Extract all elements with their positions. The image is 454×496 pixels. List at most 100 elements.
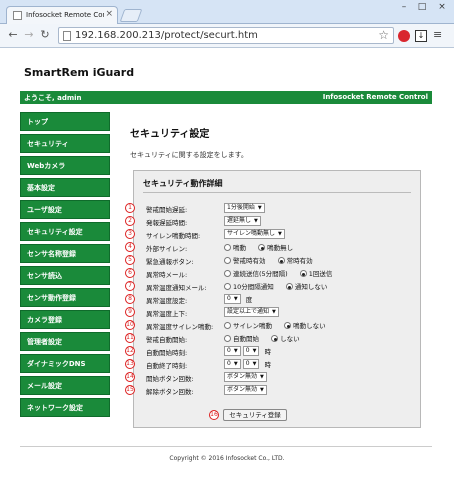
reload-icon[interactable]: ↻ [38, 28, 52, 42]
footer-divider [20, 446, 432, 447]
sidebar-item-top[interactable]: トップ [20, 112, 110, 131]
app-name: Infosocket Remote Control [322, 93, 428, 101]
dropdown-arrow-icon: ▼ [260, 374, 264, 380]
number-badge: 3 [125, 229, 135, 239]
dropdown-arrow-icon: ▼ [233, 348, 238, 354]
row-alert-mail: 6 異常時メール: 連続送信(5分間隔) 1回送信 [125, 268, 422, 279]
panel-divider [143, 192, 411, 193]
auto-start-hour-select[interactable]: 0 ▼ [224, 346, 241, 356]
back-arrow-icon[interactable]: ← [6, 28, 20, 42]
start-button-count-select[interactable]: ボタン無効 ▼ [224, 372, 267, 382]
number-badge: 13 [125, 359, 135, 369]
browser-toolbar: ← → ↻ 192.168.200.213/protect/securt.htm… [0, 24, 454, 48]
sidebar-item-mail[interactable]: メール設定 [20, 376, 110, 395]
bookmark-star-icon[interactable]: ☆ [378, 28, 389, 42]
dropdown-arrow-icon: ▼ [233, 296, 238, 302]
sidebar-item-admin[interactable]: 管理者設定 [20, 332, 110, 351]
alert-mail-radio-once[interactable]: 1回送信 [299, 268, 332, 278]
row-temp-threshold: 8 異常温度設定: 0 ▼ 度 [125, 294, 422, 305]
auto-end-minute-select[interactable]: 0 ▼ [242, 359, 260, 369]
number-badge: 15 [125, 385, 135, 395]
row-label: 異常時メール: [146, 271, 188, 279]
welcome-text: ようこそ, admin [24, 94, 82, 102]
temp-mail-radio-none[interactable]: 通知しない [285, 281, 327, 291]
row-emergency-button: 5 緊急通報ボタン: 警戒時有効 常時有効 [125, 255, 422, 266]
temp-mail-radio-interval[interactable]: 10分間隔通知 [224, 281, 274, 291]
security-register-button[interactable]: セキュリティ登録 [223, 409, 287, 421]
row-label: 警戒開始遅延: [146, 206, 188, 214]
sidebar-item-security-settings[interactable]: セキュリティ設定 [20, 222, 110, 241]
panel-title: セキュリティ動作詳細 [143, 179, 223, 188]
forward-arrow-icon[interactable]: → [22, 28, 36, 42]
row-label: 自動終了時刻: [146, 362, 188, 370]
auto-start-minute-select[interactable]: 0 ▼ [242, 346, 260, 356]
external-siren-radio-off[interactable]: 鳴動無し [258, 242, 293, 252]
sidebar-item-basic-settings[interactable]: 基本設定 [20, 178, 110, 197]
dropdown-arrow-icon: ▼ [252, 361, 257, 367]
close-tab-icon[interactable]: × [105, 9, 113, 19]
arm-delay-select[interactable]: 1分後開始 ▼ [224, 203, 265, 213]
siren-duration-select[interactable]: サイレン鳴動無し ▼ [224, 229, 285, 239]
emergency-radio-always[interactable]: 常時有効 [277, 255, 313, 265]
number-badge: 10 [125, 320, 135, 330]
page-info-icon[interactable] [63, 31, 71, 41]
new-tab-button[interactable] [119, 9, 143, 22]
address-bar[interactable]: 192.168.200.213/protect/securt.htm ☆ [58, 27, 394, 44]
row-label: 自動開始時刻: [146, 349, 188, 357]
sidebar-nav: トップ セキュリティ Webカメラ 基本設定 ユーザ設定 セキュリティ設定 セン… [20, 112, 110, 420]
sidebar-item-user-settings[interactable]: ユーザ設定 [20, 200, 110, 219]
minimize-icon[interactable]: – [396, 2, 412, 12]
sidebar-item-sensor-name[interactable]: センサ名称登録 [20, 244, 110, 263]
auto-arm-radio-on[interactable]: 自動開始 [224, 333, 259, 343]
auto-arm-radio-off[interactable]: しない [271, 333, 300, 343]
number-badge: 7 [125, 281, 135, 291]
row-label: 外部サイレン: [146, 245, 188, 253]
brand-title: SmartRem iGuard [24, 66, 135, 79]
number-badge: 2 [125, 216, 135, 226]
sidebar-item-security[interactable]: セキュリティ [20, 134, 110, 153]
page-title: セキュリティ設定 [130, 129, 210, 140]
download-extension-icon[interactable]: ↓ [415, 30, 427, 42]
release-button-count-select[interactable]: ボタン無効 ▼ [224, 385, 267, 395]
maximize-icon[interactable]: □ [414, 2, 430, 12]
temp-direction-select[interactable]: 設定以上で通知 ▼ [224, 307, 279, 317]
row-label: 開始ボタン回数: [146, 375, 194, 383]
hamburger-menu-icon[interactable]: ≡ [433, 28, 442, 41]
temp-siren-radio-off[interactable]: 鳴動しない [284, 320, 326, 330]
extension-icon[interactable] [398, 30, 410, 42]
sidebar-item-camera[interactable]: カメラ登録 [20, 310, 110, 329]
row-label: 発報遅延時間: [146, 219, 188, 227]
sidebar-item-sensor-action[interactable]: センサ動作登録 [20, 288, 110, 307]
hour-unit: 時 [264, 348, 272, 356]
sidebar-item-network[interactable]: ネットワーク設定 [20, 398, 110, 417]
sidebar-item-webcamera[interactable]: Webカメラ [20, 156, 110, 175]
number-badge: 8 [125, 294, 135, 304]
auto-end-hour-select[interactable]: 0 ▼ [224, 359, 241, 369]
alert-mail-radio-continuous[interactable]: 連続送信(5分間隔) [224, 268, 288, 278]
number-badge: 12 [125, 346, 135, 356]
alarm-delay-select[interactable]: 遅延無し ▼ [224, 216, 261, 226]
row-start-button-count: 14 開始ボタン回数: ボタン無効 ▼ [125, 372, 422, 383]
sidebar-item-ddns[interactable]: ダイナミックDNS [20, 354, 110, 373]
external-siren-radio-on[interactable]: 鳴動 [224, 242, 246, 252]
temp-siren-radio-on[interactable]: サイレン鳴動 [224, 320, 272, 330]
row-label: 異常温度通知メール: [146, 284, 207, 292]
number-badge: 6 [125, 268, 135, 278]
window-close-icon[interactable]: × [434, 2, 450, 12]
row-release-button-count: 15 解除ボタン回数: ボタン無効 ▼ [125, 385, 422, 396]
number-badge: 14 [125, 372, 135, 382]
row-label: 異常温度サイレン鳴動: [146, 323, 214, 331]
browser-tab[interactable]: Infosocket Remote Con × [6, 6, 118, 24]
number-badge: 9 [125, 307, 135, 317]
sidebar-item-sensor-read[interactable]: センサ読込 [20, 266, 110, 285]
number-badge: 16 [209, 410, 219, 420]
dropdown-arrow-icon: ▼ [233, 361, 238, 367]
temp-threshold-select[interactable]: 0 ▼ [224, 294, 241, 304]
row-label: 警戒自動開始: [146, 336, 188, 344]
row-label: 緊急通報ボタン: [146, 258, 194, 266]
dropdown-arrow-icon: ▼ [257, 205, 262, 211]
emergency-radio-armed[interactable]: 警戒時有効 [224, 255, 266, 265]
dropdown-arrow-icon: ▼ [252, 348, 257, 354]
row-label: 解除ボタン回数: [146, 388, 194, 396]
row-temp-siren: 10 異常温度サイレン鳴動: サイレン鳴動 鳴動しない [125, 320, 422, 331]
